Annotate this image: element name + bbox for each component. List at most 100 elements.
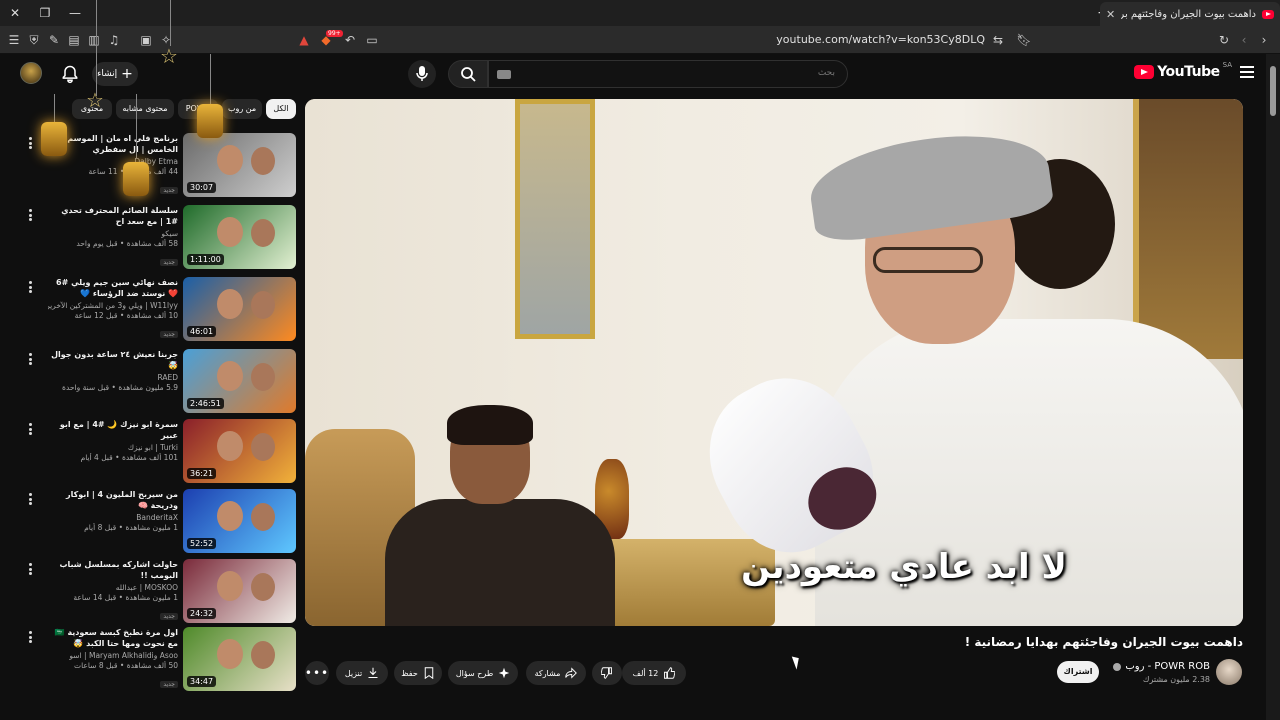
close-window-icon[interactable]: ✕ bbox=[6, 4, 24, 22]
page-scrollbar[interactable] bbox=[1266, 54, 1280, 720]
guide-menu-icon[interactable] bbox=[1240, 66, 1254, 78]
related-video-channel[interactable]: BanderitaX bbox=[48, 513, 178, 523]
brave-rewards-icon[interactable]: ▲ bbox=[296, 32, 312, 48]
related-video-channel[interactable]: W11lyy | ويلي و3 من المشتركين الآخرين bbox=[48, 301, 178, 311]
chip-all[interactable]: الكل bbox=[266, 99, 296, 119]
account-avatar[interactable] bbox=[20, 62, 42, 84]
related-video-channel[interactable]: Turki | ابو نيزك bbox=[48, 443, 178, 453]
more-vertical-icon[interactable] bbox=[29, 423, 33, 435]
back-icon[interactable]: › bbox=[1256, 32, 1272, 48]
related-video-channel[interactable]: RAED bbox=[48, 373, 178, 383]
browser-tab-active[interactable]: داهمت بيوت الجيران وفاجئتهم بر ✕ bbox=[1100, 2, 1280, 26]
related-video-item[interactable]: سلسلة الصائم المحترف تحدي #1 | مع سعد اح… bbox=[22, 205, 296, 269]
related-video-item[interactable]: نصف نهائي سين جيم ويلي #6 ❤️ نوستد ضد ال… bbox=[22, 277, 296, 341]
related-video-stats: 10 ألف مشاهدة • قبل 12 ساعة bbox=[74, 311, 178, 320]
screenshot-icon[interactable]: ▣ bbox=[138, 32, 154, 48]
download-button[interactable]: تنزيل bbox=[336, 661, 388, 685]
music-icon[interactable]: ♫ bbox=[106, 32, 122, 48]
sidebar-icon[interactable]: ▥ bbox=[86, 32, 102, 48]
related-video-views: 50 ألف مشاهدة bbox=[126, 661, 178, 670]
more-vertical-icon[interactable] bbox=[29, 209, 33, 221]
related-video-thumbnail[interactable]: 36:21 bbox=[183, 419, 296, 483]
shield-icon[interactable]: ⛨ bbox=[26, 32, 42, 48]
related-video-item[interactable]: اول مرة نطبخ كبسة سعودية 🇸🇦 مع نحوت ومها… bbox=[22, 627, 296, 691]
related-video-thumbnail[interactable]: 52:52 bbox=[183, 489, 296, 553]
dislike-button[interactable] bbox=[592, 661, 622, 685]
related-video-thumbnail[interactable]: 24:32 bbox=[183, 559, 296, 623]
chip-from-rob[interactable]: من روب bbox=[222, 99, 262, 119]
related-video-item[interactable]: حاولت اشاركه بمسلسل شباب البومب !! MOSKO… bbox=[22, 559, 296, 623]
share-button[interactable]: مشاركة bbox=[526, 661, 586, 685]
related-video-title[interactable]: برنامج فلي اه مان | الموسم الخامس | ال س… bbox=[48, 133, 178, 155]
video-player[interactable]: لا ابد عادي متعودين bbox=[305, 99, 1243, 626]
video-duration: 30:07 bbox=[187, 182, 217, 193]
minimize-window-icon[interactable]: — bbox=[66, 4, 84, 22]
related-video-title[interactable]: حاولت اشاركه بمسلسل شباب البومب !! bbox=[48, 559, 178, 581]
forward-icon[interactable]: ‹ bbox=[1236, 32, 1252, 48]
maximize-window-icon[interactable]: ❐ bbox=[36, 4, 54, 22]
related-video-thumbnail[interactable]: 46:01 bbox=[183, 277, 296, 341]
subscriber-count: 2.38 مليون مشترك bbox=[1142, 675, 1210, 684]
related-chips: الكل من روب POWR محتوى مشابه محتوى bbox=[36, 99, 296, 121]
reload-icon[interactable]: ↻ bbox=[1216, 32, 1232, 48]
related-video-thumbnail[interactable]: 30:07 bbox=[183, 133, 296, 197]
related-video-title[interactable]: من سيربح المليون 4 | ابوكار ودريحة 🧠 bbox=[48, 489, 178, 511]
menu-icon[interactable]: ☰ bbox=[6, 32, 22, 48]
related-video-thumbnail[interactable]: 1:11:00 bbox=[183, 205, 296, 269]
microphone-icon bbox=[416, 66, 428, 81]
edit-icon[interactable]: ✎ bbox=[46, 32, 62, 48]
more-vertical-icon[interactable] bbox=[29, 281, 33, 293]
notifications-bell-icon[interactable] bbox=[60, 64, 80, 84]
more-vertical-icon[interactable] bbox=[29, 137, 33, 149]
more-vertical-icon[interactable] bbox=[29, 631, 33, 643]
channel-name[interactable]: POWR ROB - روب bbox=[1113, 661, 1210, 672]
related-video-title[interactable]: نصف نهائي سين جيم ويلي #6 ❤️ نوستد ضد ال… bbox=[48, 277, 178, 299]
more-vertical-icon[interactable] bbox=[29, 563, 33, 575]
related-video-age: قبل يوم واحد bbox=[76, 239, 118, 248]
related-video-age: قبل 4 أيام bbox=[80, 453, 113, 462]
related-video-title[interactable]: اول مرة نطبخ كبسة سعودية 🇸🇦 مع نحوت ومها… bbox=[48, 627, 178, 649]
like-button[interactable]: 12 ألف bbox=[622, 661, 686, 685]
new-badge: جديد bbox=[160, 331, 178, 338]
related-video-title[interactable]: سمرة ابو نيزك 🌙 #4 | مع ابو عبير bbox=[48, 419, 178, 441]
site-settings-icon[interactable]: ⇆ bbox=[990, 32, 1006, 48]
video-duration: 46:01 bbox=[187, 326, 217, 337]
like-count: 12 ألف bbox=[632, 668, 659, 678]
more-vertical-icon[interactable] bbox=[29, 353, 33, 365]
ask-button[interactable]: طرح سؤال bbox=[448, 661, 518, 685]
subscribe-button[interactable]: اشتراك bbox=[1057, 661, 1099, 683]
create-button[interactable]: إنشاء + bbox=[92, 62, 138, 86]
related-video-item[interactable]: سمرة ابو نيزك 🌙 #4 | مع ابو عبير Turki |… bbox=[22, 419, 296, 483]
search-input[interactable]: بحث bbox=[488, 60, 848, 88]
related-video-item[interactable]: من سيربح المليون 4 | ابوكار ودريحة 🧠 Ban… bbox=[22, 489, 296, 553]
more-vertical-icon[interactable] bbox=[29, 493, 33, 505]
cast-icon[interactable]: ▭ bbox=[364, 32, 380, 48]
related-video-title[interactable]: جربنا نعيش ٢٤ ساعة بدون جوال 🤯 bbox=[48, 349, 178, 371]
url-text[interactable]: youtube.com/watch?v=kon53Cy8DLQ bbox=[700, 32, 985, 48]
related-video-channel[interactable]: سيكو bbox=[48, 229, 178, 239]
related-video-title[interactable]: سلسلة الصائم المحترف تحدي #1 | مع سعد اح bbox=[48, 205, 178, 227]
related-video-channel[interactable]: Dalby Etma bbox=[48, 157, 178, 167]
related-video-views: 5.9 مليون مشاهدة bbox=[118, 383, 178, 392]
related-video-thumbnail[interactable]: 2:46:51 bbox=[183, 349, 296, 413]
lantern-string bbox=[210, 54, 211, 106]
keyboard-icon[interactable] bbox=[497, 70, 511, 79]
chip-similar[interactable]: محتوى مشابه bbox=[116, 99, 174, 119]
related-video-channel[interactable]: Asoo وMaryam Alkhalidi | اسو bbox=[48, 651, 178, 661]
related-video-item[interactable]: جربنا نعيش ٢٤ ساعة بدون جوال 🤯 RAED 5.9 … bbox=[22, 349, 296, 413]
channel-avatar[interactable] bbox=[1216, 659, 1242, 685]
tabs-icon[interactable]: ▤ bbox=[66, 32, 82, 48]
bookmark-icon[interactable]: 🔖︎ bbox=[1016, 32, 1032, 48]
related-video-thumbnail[interactable]: 34:47 bbox=[183, 627, 296, 691]
related-video-channel[interactable]: MOSKOO | عبدالله bbox=[48, 583, 178, 593]
related-video-views: 101 ألف مشاهدة bbox=[121, 453, 178, 462]
more-actions-button[interactable]: ••• bbox=[305, 661, 329, 685]
save-button[interactable]: حفظ bbox=[394, 661, 442, 685]
tab-close-icon[interactable]: ✕ bbox=[1106, 8, 1115, 21]
voice-search-button[interactable] bbox=[408, 60, 436, 88]
lantern-decoration bbox=[41, 122, 67, 156]
youtube-logo[interactable]: YouTube SA bbox=[1134, 61, 1232, 80]
search-button[interactable] bbox=[448, 60, 488, 88]
undo-icon[interactable]: ↶ bbox=[342, 32, 358, 48]
scrollbar-thumb[interactable] bbox=[1270, 66, 1276, 116]
